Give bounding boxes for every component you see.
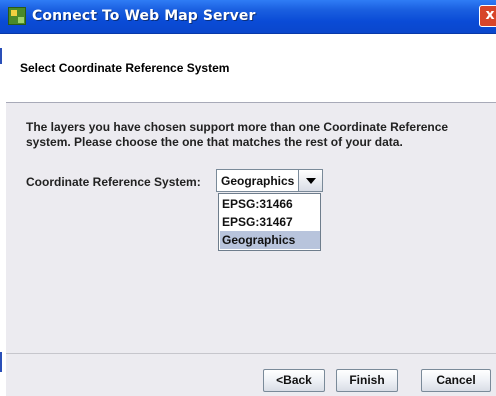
crs-selected-value: Geographics — [221, 174, 295, 188]
crs-combo-box[interactable]: Geographics — [216, 169, 323, 192]
page-title: Select Coordinate Reference System — [20, 61, 230, 75]
description-line: The layers you have chosen support more … — [26, 120, 449, 134]
back-button[interactable]: <Back — [263, 369, 325, 392]
window-titlebar[interactable]: Connect To Web Map Server x — [0, 0, 496, 34]
crs-option[interactable]: EPSG:31467 — [220, 213, 320, 231]
app-icon — [8, 7, 26, 25]
frame-marker — [0, 48, 2, 64]
crs-option[interactable]: EPSG:31466 — [220, 195, 320, 213]
description-text: The layers you have chosen support more … — [26, 120, 476, 150]
window-frame-left — [0, 34, 3, 396]
window-title: Connect To Web Map Server — [32, 8, 256, 24]
finish-button[interactable]: Finish — [336, 369, 398, 392]
chevron-down-icon — [306, 178, 316, 184]
wizard-header: Select Coordinate Reference System — [6, 34, 496, 102]
description-line: system. Please choose the one that match… — [26, 135, 403, 149]
crs-label: Coordinate Reference System: — [26, 175, 201, 189]
cancel-button[interactable]: Cancel — [421, 369, 491, 392]
frame-marker — [0, 352, 2, 372]
close-icon[interactable]: x — [479, 5, 496, 27]
dropdown-button[interactable] — [298, 170, 322, 191]
crs-option-selected[interactable]: Geographics — [220, 231, 320, 249]
crs-dropdown-list[interactable]: EPSG:31466 EPSG:31467 Geographics — [218, 193, 321, 251]
